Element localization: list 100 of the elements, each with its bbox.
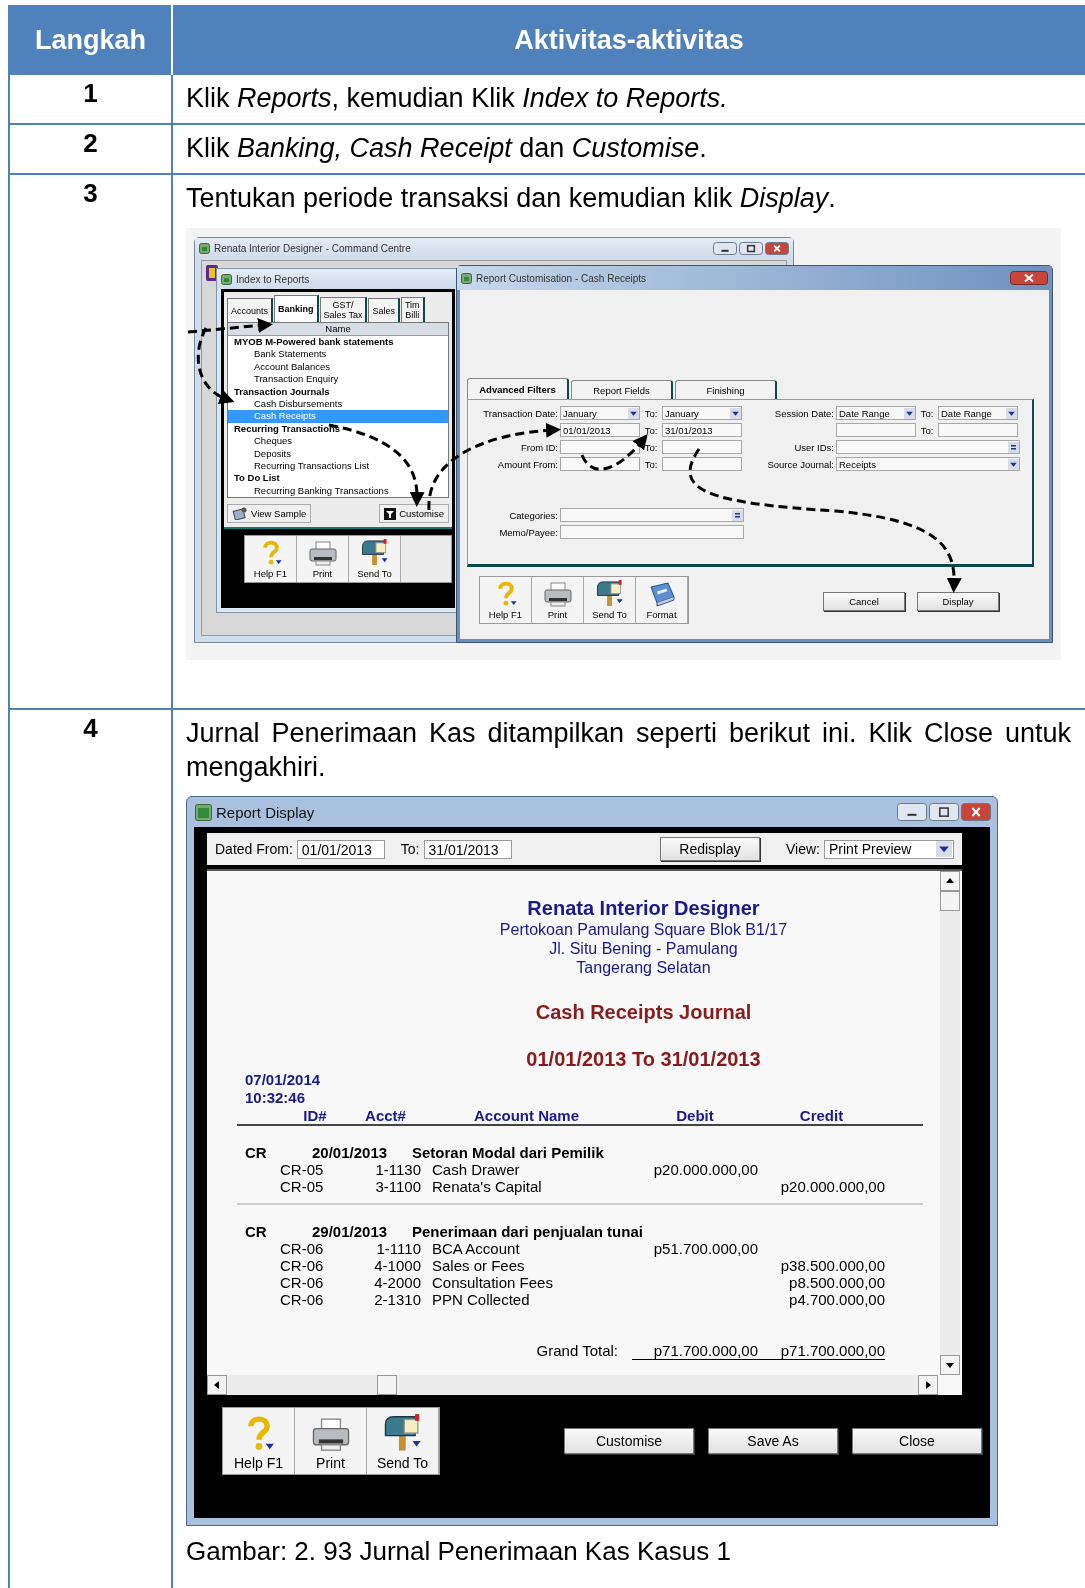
redisplay-button[interactable]: Redisplay xyxy=(660,837,760,861)
input-field[interactable]: 01/01/2013 xyxy=(560,423,640,437)
help-button[interactable]: Help F1 xyxy=(480,577,532,623)
field-label: To: xyxy=(643,424,659,436)
list-heading[interactable]: To Do List xyxy=(228,472,448,485)
tab[interactable]: Advanced Filters xyxy=(467,378,569,399)
table-cell-text: CR-06 xyxy=(280,1240,325,1257)
list-item[interactable]: Bank Statements xyxy=(228,348,448,361)
list-item[interactable]: Recurring Banking Transactions xyxy=(228,484,448,498)
customise-button[interactable]: Customise xyxy=(564,1428,694,1454)
input-field[interactable]: 31/01/2013 xyxy=(423,839,512,859)
mailbox-icon xyxy=(594,580,625,607)
format-button[interactable]: Format xyxy=(636,577,688,623)
field-label: Source Journal: xyxy=(766,458,835,470)
customise-button[interactable]: Customise xyxy=(379,504,449,524)
print-time: 10:32:46 xyxy=(245,1089,307,1107)
input-field[interactable]: 31/01/2013 xyxy=(662,423,742,437)
scroll-thumb[interactable] xyxy=(940,891,960,911)
input-field[interactable] xyxy=(662,440,742,454)
table-cell-text: 2-1310 xyxy=(373,1291,421,1308)
input-field[interactable]: 01/01/2013 xyxy=(296,839,385,859)
tab[interactable]: Accounts xyxy=(227,298,274,322)
table-cell-text: BCA Account xyxy=(431,1240,521,1257)
table-cell-text: 3-1100 xyxy=(374,1178,421,1195)
dropdown[interactable]: Print Preview xyxy=(824,839,954,859)
table-cell-text: 1-1130 xyxy=(374,1161,421,1178)
field-label: To: xyxy=(919,424,935,436)
list-item[interactable]: Cheques xyxy=(228,435,448,448)
table-cell-text: CR-05 xyxy=(280,1161,325,1178)
list-item[interactable]: Cash Disbursements xyxy=(228,398,448,411)
dropdown[interactable]: Date Range xyxy=(938,406,1018,420)
save-as-button[interactable]: Save As xyxy=(708,1428,838,1454)
printer-icon xyxy=(307,540,338,567)
step-text: Klik Banking, Cash Receipt dan Customise. xyxy=(186,132,708,165)
send-to-button[interactable]: Send To xyxy=(367,1408,439,1474)
dropdown[interactable]: Receipts xyxy=(836,457,1020,471)
minimize-icon xyxy=(897,803,927,821)
app-icon xyxy=(221,273,232,285)
scrollbar[interactable] xyxy=(207,1375,938,1395)
scrollbar[interactable] xyxy=(940,871,960,1375)
tab[interactable]: GST/ Sales Tax xyxy=(319,297,368,322)
print-button[interactable]: Print xyxy=(295,1408,367,1474)
help-button[interactable]: Help F1 xyxy=(245,536,297,583)
list-heading[interactable]: MYOB M-Powered bank statements xyxy=(228,336,448,349)
print-button[interactable]: Print xyxy=(532,577,584,623)
step-text: Klik Reports, kemudian Klik Index to Reports. xyxy=(186,82,729,115)
table-cell-text: Cash Drawer xyxy=(431,1161,521,1178)
document-icon xyxy=(232,507,248,521)
dropdown[interactable] xyxy=(836,440,1020,454)
field-label: Dated From: xyxy=(215,841,293,857)
input-field[interactable] xyxy=(560,440,640,454)
dropdown[interactable]: January xyxy=(560,406,640,420)
company-name: Renata Interior Designer xyxy=(526,897,761,920)
entry-memo: Penerimaan dari penjualan tunai xyxy=(412,1223,643,1240)
field-label: Session Date: xyxy=(773,407,835,419)
list-heading[interactable]: Transaction Journals xyxy=(228,385,448,399)
tab[interactable]: Sales xyxy=(368,298,400,322)
tab[interactable]: Banking xyxy=(274,295,319,322)
input-field[interactable] xyxy=(560,457,640,471)
list-item[interactable]: Recurring Transactions List xyxy=(228,460,448,473)
dropdown[interactable]: Date Range xyxy=(836,406,916,420)
print-button[interactable]: Print xyxy=(297,536,349,583)
list-item[interactable]: Transaction Enquiry xyxy=(228,373,448,386)
journal-type: CR xyxy=(245,1223,268,1240)
mailbox-icon xyxy=(382,1414,423,1452)
view-sample-button[interactable]: View Sample xyxy=(227,504,312,524)
dropdown[interactable] xyxy=(560,508,744,522)
book-icon xyxy=(647,581,676,607)
entry-date: 20/01/2013 xyxy=(312,1144,389,1161)
field-label: Amount From: xyxy=(496,458,559,470)
display-button[interactable]: Display xyxy=(917,592,999,611)
column-header: Credit xyxy=(798,1107,845,1124)
figure-caption: Gambar: 2. 93 Jurnal Penerimaan Kas Kasus 1 xyxy=(186,1536,732,1567)
send-to-button[interactable]: Send To xyxy=(349,536,401,583)
input-field[interactable] xyxy=(938,423,1018,437)
scroll-thumb[interactable] xyxy=(377,1375,397,1395)
input-field[interactable] xyxy=(560,525,744,539)
list-item[interactable]: Deposits xyxy=(228,447,448,461)
cancel-button[interactable]: Cancel xyxy=(823,592,905,611)
maximize-icon xyxy=(739,241,763,255)
help-button[interactable]: Help F1 xyxy=(223,1408,295,1474)
step-number: 4 xyxy=(83,713,98,744)
table-cell-text: p20.000.000,00 xyxy=(779,1178,885,1195)
tab[interactable]: Finishing xyxy=(675,380,777,399)
send-to-button[interactable]: Send To xyxy=(584,577,636,623)
field-label: To: xyxy=(400,841,420,857)
step-number: 1 xyxy=(83,78,98,109)
total-value: p71.700.000,00 xyxy=(632,1342,758,1360)
close-button[interactable]: Close xyxy=(852,1428,982,1454)
dropdown[interactable]: January xyxy=(662,406,742,420)
table-cell-text: CR-06 xyxy=(280,1274,325,1291)
input-field[interactable] xyxy=(836,423,916,437)
table-cell-text: 1-1110 xyxy=(375,1240,421,1257)
input-field[interactable] xyxy=(662,457,742,471)
address-line: Jl. Situ Bening - Pamulang xyxy=(548,939,739,958)
table-cell-text: Consultation Fees xyxy=(431,1274,554,1291)
tab[interactable]: Report Fields xyxy=(571,380,673,399)
table-cell-text: p8.500.000,00 xyxy=(788,1274,885,1291)
tab[interactable]: Tim Billi xyxy=(400,297,425,322)
list-item[interactable]: Account Balances xyxy=(228,360,448,374)
